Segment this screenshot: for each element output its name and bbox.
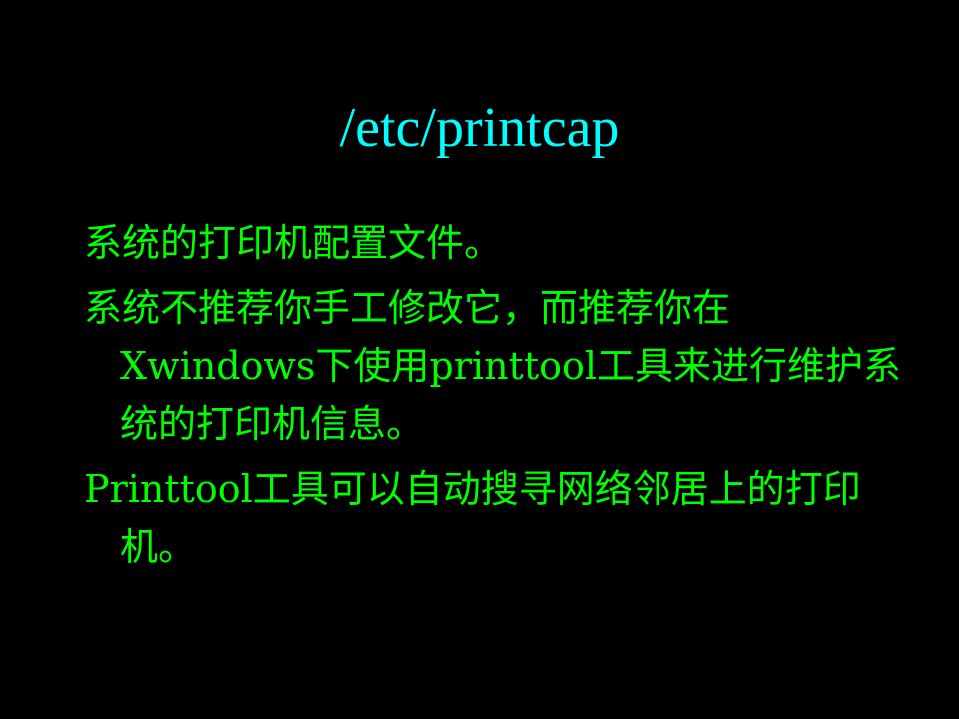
- bullet-list: 系统的打印机配置文件。 系统不推荐你手工修改它，而推荐你在Xwindows下使用…: [84, 214, 904, 583]
- bullet-item: Printtool工具可以自动搜寻网络邻居上的打印机。: [84, 467, 861, 569]
- slide-title: /etc/printcap: [339, 97, 620, 159]
- slide: /etc/printcap 系统的打印机配置文件。 系统不推荐你手工修改它，而推…: [0, 0, 959, 719]
- bullet-item: 系统不推荐你手工修改它，而推荐你在Xwindows下使用printtool工具来…: [84, 286, 902, 446]
- bullet-item: 系统的打印机配置文件。: [84, 221, 503, 265]
